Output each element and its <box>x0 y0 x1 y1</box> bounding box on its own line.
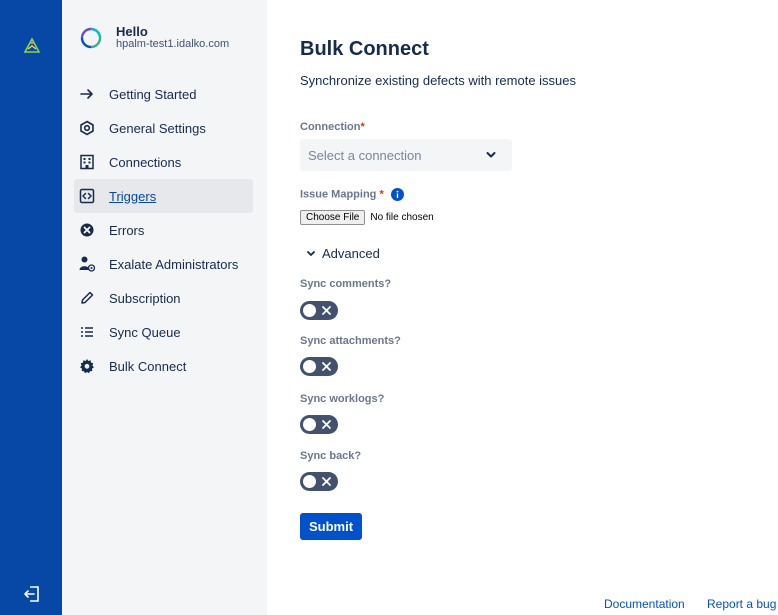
logout-icon[interactable] <box>22 584 42 604</box>
report-bug-link[interactable]: Report a bug <box>707 597 776 611</box>
page-subtitle: Synchronize existing defects with remote… <box>300 73 577 88</box>
close-icon <box>322 477 331 486</box>
sidebar-item-label: Bulk Connect <box>109 358 187 374</box>
sync-attachments-label: Sync attachments? <box>300 335 401 347</box>
error-circle-icon <box>78 221 96 239</box>
sync-comments-toggle[interactable] <box>300 301 338 320</box>
choose-file-button[interactable]: Choose File <box>300 209 366 225</box>
chevron-down-icon <box>486 152 496 158</box>
sidebar-item-triggers[interactable]: Triggers <box>74 179 253 213</box>
no-file-text: No file chosen <box>370 211 434 223</box>
sidebar-item-general-settings[interactable]: General Settings <box>74 111 253 145</box>
settings-hexagon-icon <box>78 119 96 137</box>
required-mark: * <box>379 188 384 201</box>
sync-worklogs-label: Sync worklogs? <box>300 393 385 405</box>
exalate-logo-icon[interactable] <box>23 37 41 55</box>
sidebar-nav: Getting Started General Settings Connect… <box>62 77 267 383</box>
toggle-knob <box>303 304 316 317</box>
close-icon <box>322 306 331 315</box>
close-icon <box>322 420 331 429</box>
sidebar-item-label: Errors <box>109 222 145 238</box>
sidebar-item-bulk-connect[interactable]: Bulk Connect <box>74 349 253 383</box>
admin-user-icon <box>78 255 96 273</box>
pencil-icon <box>78 289 96 307</box>
sidebar-item-label: Triggers <box>109 188 157 204</box>
arrow-right-icon <box>78 85 96 103</box>
sync-back-toggle[interactable] <box>300 472 338 491</box>
profile-host: hpalm-test1.idalko.com <box>116 38 230 50</box>
toggle-knob <box>303 418 316 431</box>
advanced-label: Advanced <box>322 246 380 261</box>
sidebar-item-label: Exalate Administrators <box>109 256 239 272</box>
sync-comments-label: Sync comments? <box>300 278 392 290</box>
close-icon <box>322 362 331 371</box>
code-brackets-icon <box>78 187 96 205</box>
global-nav-bar <box>0 0 62 615</box>
info-icon[interactable] <box>390 188 404 201</box>
site-avatar-icon <box>80 27 102 49</box>
main-content: Bulk Connect Synchronize existing defect… <box>300 0 776 615</box>
sync-back-label: Sync back? <box>300 450 362 462</box>
sidebar: Hello hpalm-test1.idalko.com Getting Sta… <box>62 0 267 615</box>
list-icon <box>78 323 96 341</box>
sidebar-item-subscription[interactable]: Subscription <box>74 281 253 315</box>
sidebar-item-label: Subscription <box>109 290 181 306</box>
sidebar-item-errors[interactable]: Errors <box>74 213 253 247</box>
sidebar-item-label: Getting Started <box>109 86 197 102</box>
connection-select[interactable]: Select a connection <box>300 139 512 171</box>
documentation-link[interactable]: Documentation <box>604 597 685 611</box>
connection-label: Connection* <box>300 121 365 133</box>
sidebar-item-label: Sync Queue <box>109 324 181 340</box>
issue-mapping-label: Issue Mapping * <box>300 188 404 201</box>
sync-worklogs-toggle[interactable] <box>300 415 338 434</box>
required-mark: * <box>360 121 365 133</box>
sidebar-item-exalate-administrators[interactable]: Exalate Administrators <box>74 247 253 281</box>
issue-mapping-file-input: Choose File No file chosen <box>300 209 434 225</box>
toggle-knob <box>303 360 316 373</box>
advanced-toggle[interactable]: Advanced <box>300 246 380 261</box>
connection-label-text: Connection <box>300 121 361 133</box>
profile-greeting: Hello <box>116 24 148 39</box>
sidebar-item-sync-queue[interactable]: Sync Queue <box>74 315 253 349</box>
building-icon <box>78 153 96 171</box>
sidebar-item-getting-started[interactable]: Getting Started <box>74 77 253 111</box>
gear-icon <box>78 357 96 375</box>
sync-attachments-toggle[interactable] <box>300 357 338 376</box>
toggle-knob <box>303 475 316 488</box>
page-title: Bulk Connect <box>300 38 429 60</box>
sidebar-item-label: General Settings <box>109 120 206 136</box>
sidebar-item-label: Connections <box>109 154 182 170</box>
sidebar-item-connections[interactable]: Connections <box>74 145 253 179</box>
submit-button[interactable]: Submit <box>300 513 362 540</box>
chevron-down-icon <box>307 250 315 256</box>
connection-select-placeholder: Select a connection <box>308 148 422 163</box>
issue-mapping-label-text: Issue Mapping <box>300 188 377 201</box>
